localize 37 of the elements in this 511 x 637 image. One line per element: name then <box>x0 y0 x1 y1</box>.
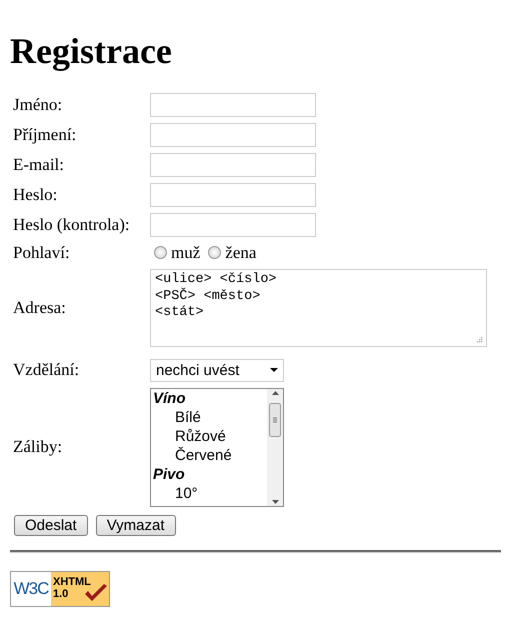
reset-button[interactable]: Vymazat <box>96 514 176 536</box>
list-option[interactable]: Bílé <box>175 408 201 426</box>
field-label: Jméno: <box>13 95 62 114</box>
field-label: Záliby: <box>13 437 62 456</box>
scroll-thumb[interactable] <box>269 402 281 437</box>
field-label: Příjmení: <box>13 125 76 144</box>
field-label: Heslo (kontrola): <box>13 215 130 234</box>
scroll-up-icon[interactable] <box>272 390 278 395</box>
radio-label: žena <box>225 243 256 263</box>
address-textarea[interactable]: <ulice> <číslo> <PSČ> <město> <stát> <box>150 268 487 347</box>
education-select[interactable]: nechci uvést <box>150 358 284 382</box>
option-group-label: Víno <box>153 388 186 408</box>
field-label: Adresa: <box>13 298 66 317</box>
page-title: Registrace <box>10 30 173 73</box>
text-field[interactable] <box>150 93 316 118</box>
text-field[interactable] <box>150 123 316 148</box>
option-group-label: Pivo <box>153 464 186 484</box>
radio-button[interactable] <box>208 246 222 260</box>
text-field[interactable] <box>150 213 316 238</box>
field-label: Pohlaví: <box>13 243 70 262</box>
scroll-down-icon[interactable] <box>272 500 278 504</box>
list-option[interactable]: Červené <box>175 446 232 464</box>
submit-button[interactable]: Odeslat <box>14 514 88 536</box>
text-field[interactable] <box>150 183 316 208</box>
caret-icon <box>270 368 278 372</box>
radio-label: muž <box>171 243 200 263</box>
list-option[interactable]: Růžové <box>175 428 226 445</box>
field-label: Heslo: <box>13 185 58 204</box>
checkmark-icon <box>84 584 108 604</box>
radio-button[interactable] <box>154 246 167 260</box>
scrollbar[interactable] <box>267 388 283 506</box>
resize-grip-icon[interactable] <box>475 334 483 343</box>
field-label: E-mail: <box>13 155 64 174</box>
field-label: Vzdělání: <box>13 360 80 380</box>
hobbies-listbox[interactable]: Víno Bílé Růžové Červené Pivo 10° <box>150 388 284 507</box>
text-field[interactable] <box>150 153 316 178</box>
list-option[interactable]: 10° <box>175 484 198 502</box>
